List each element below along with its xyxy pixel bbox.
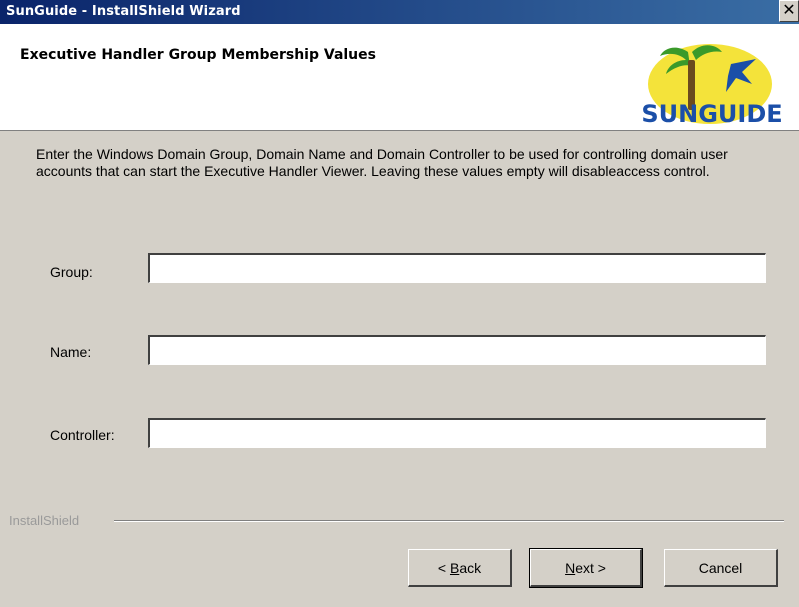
next-button[interactable]: Next > [529,548,643,588]
close-icon: ✕ [782,0,796,19]
title-bar: SunGuide - InstallShield Wizard ✕ [0,0,799,24]
installshield-brand: InstallShield [9,513,80,528]
close-button[interactable]: ✕ [779,0,799,22]
window-title: SunGuide - InstallShield Wizard [6,4,241,19]
controller-input[interactable] [148,418,766,448]
group-input[interactable] [148,253,766,283]
footer-divider [114,520,784,522]
group-label: Group: [50,264,93,280]
logo-text: SUNGUIDE [641,100,782,128]
sunguide-logo-icon: SUNGUIDE [641,44,783,128]
name-label: Name: [50,344,92,360]
name-input[interactable] [148,335,766,365]
cancel-button[interactable]: Cancel [664,549,778,587]
back-button[interactable]: < Back [408,549,512,587]
controller-label: Controller: [50,427,115,443]
page-title: Executive Handler Group Membership Value… [20,47,376,63]
header-panel: Executive Handler Group Membership Value… [0,24,799,131]
instructions-text: Enter the Windows Domain Group, Domain N… [36,146,728,179]
